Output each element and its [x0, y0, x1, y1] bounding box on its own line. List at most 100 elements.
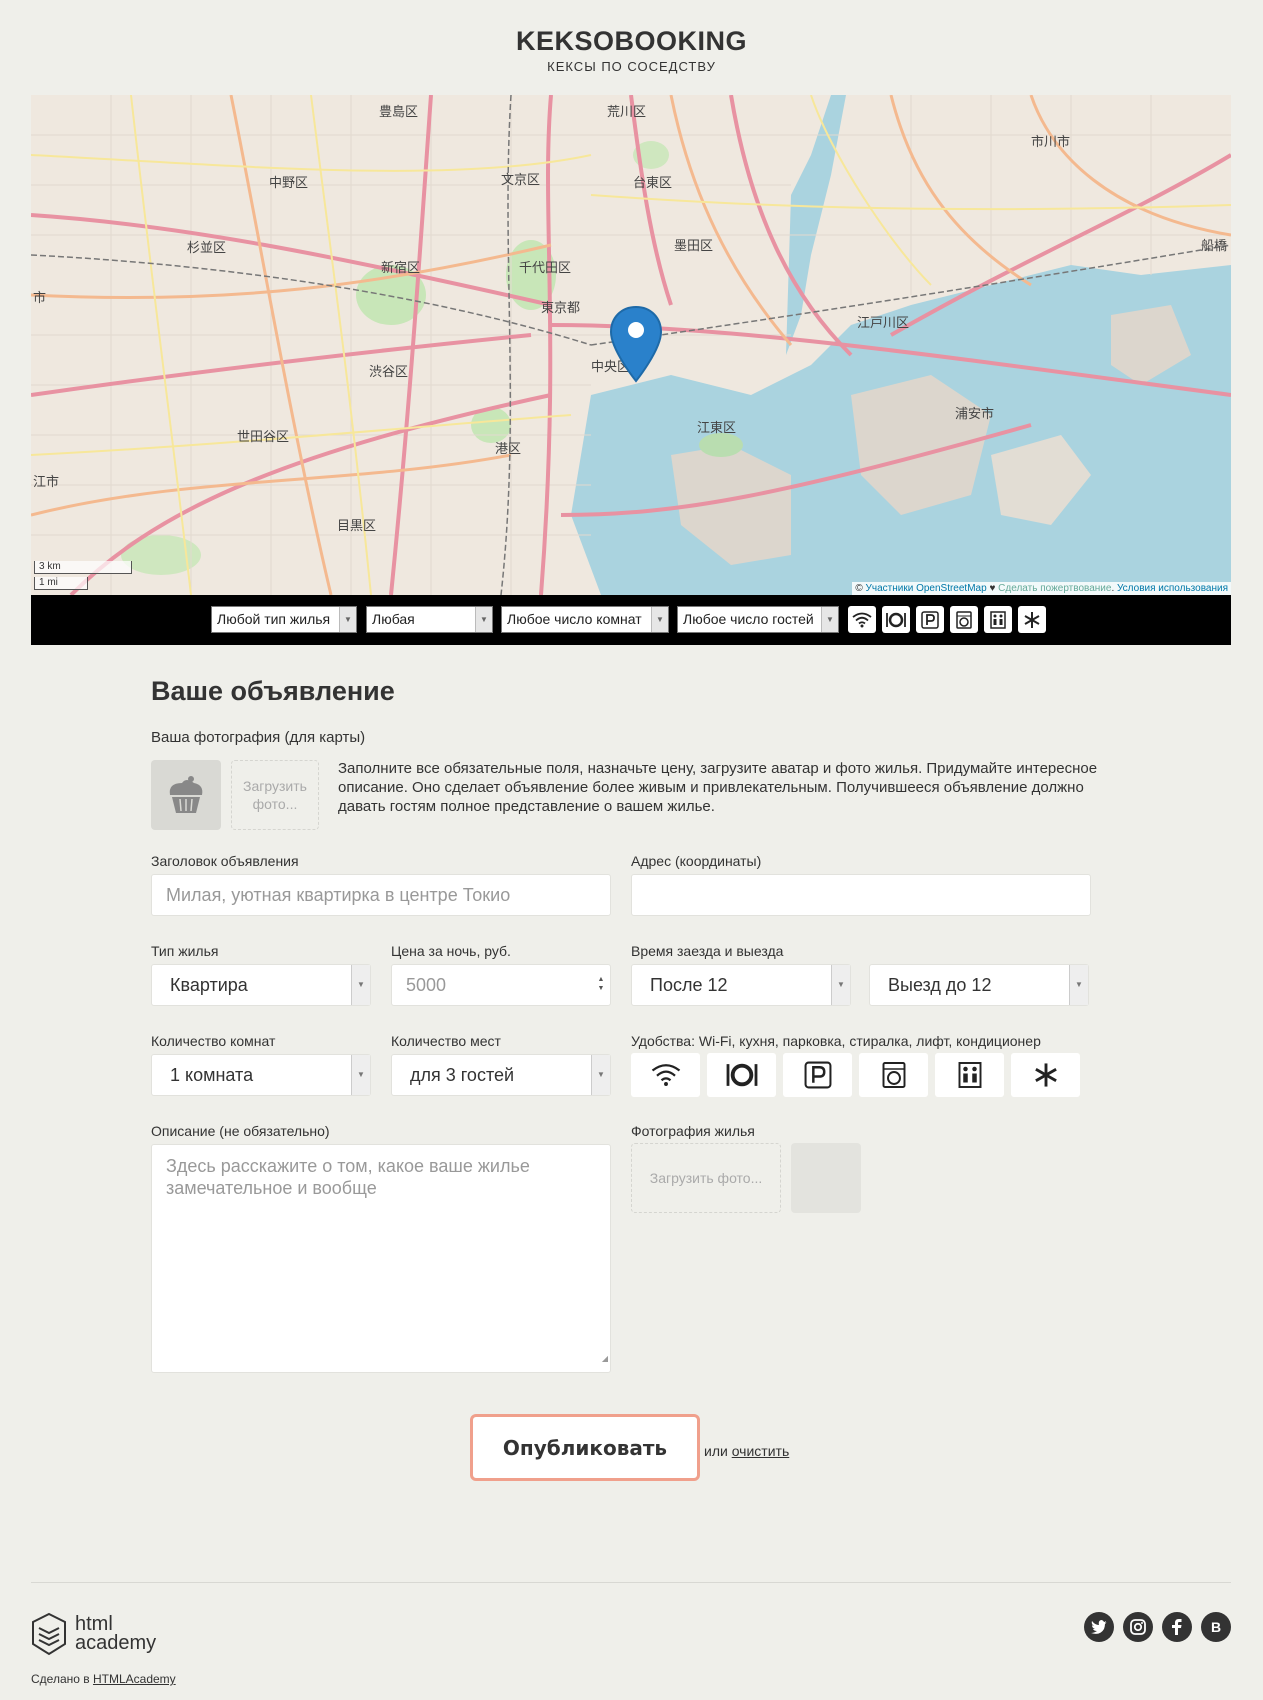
site-logo[interactable]: KEKSOBOOKING КЕКСЫ ПО СОСЕДСТВУ: [0, 26, 1263, 74]
chevron-down-icon: ▼: [821, 607, 838, 632]
reset-link[interactable]: очистить: [732, 1443, 790, 1459]
conditioner-icon: [1024, 611, 1040, 628]
map-label: 杉並区: [187, 241, 227, 256]
map-scale-km: 3 km: [34, 561, 132, 574]
map-label: 世田谷区: [237, 430, 290, 445]
capacity-select-value: для 3 гостей: [410, 1065, 515, 1085]
attribution-terms-link[interactable]: Условия использования: [1117, 583, 1228, 594]
map-label: 市川市: [1031, 135, 1071, 150]
feature-parking-checkbox[interactable]: [783, 1053, 852, 1097]
map-label: 荒川区: [607, 105, 647, 120]
htmlacademy-link[interactable]: HTMLAcademy: [93, 1672, 176, 1686]
chevron-down-icon: ▼: [651, 607, 668, 632]
feature-wifi-checkbox[interactable]: [631, 1053, 700, 1097]
housing-type-filter-value: Любой тип жилья: [217, 611, 331, 627]
capacity-select[interactable]: для 3 гостей ▼: [391, 1054, 611, 1096]
type-select-value: Квартира: [170, 975, 248, 995]
chevron-down-icon: ▼: [591, 1055, 610, 1095]
map-label: 江戸川区: [857, 316, 910, 331]
vk-link[interactable]: B: [1201, 1612, 1231, 1642]
chevron-down-icon: ▼: [351, 965, 370, 1005]
feature-dishwasher-checkbox[interactable]: [707, 1053, 776, 1097]
price-input[interactable]: 5000 ▲ ▼: [391, 964, 611, 1006]
avatar-upload-button[interactable]: Загрузить фото...: [231, 760, 319, 830]
rooms-select[interactable]: 1 комната ▼: [151, 1054, 371, 1096]
academy-book-icon: [32, 1612, 66, 1656]
map-label: 船橋: [1201, 239, 1228, 254]
attribution-osm-link[interactable]: Участники OpenStreetMap: [866, 583, 987, 594]
map-label: 千代田区: [519, 261, 572, 276]
parking-icon: [804, 1061, 831, 1089]
map-attribution: © Участники OpenStreetMap ♥ Сделать поже…: [852, 582, 1231, 595]
attribution-separator: .: [1111, 583, 1115, 594]
publish-button[interactable]: Опубликовать: [470, 1414, 700, 1481]
timeout-select-value: Выезд до 12: [888, 975, 992, 995]
htmlacademy-logo[interactable]: html academy: [31, 1612, 156, 1656]
elevator-icon: [990, 610, 1006, 629]
twitter-link[interactable]: [1084, 1612, 1114, 1642]
photos-upload-button[interactable]: Загрузить фото...: [631, 1143, 781, 1213]
map-label: 台東区: [633, 176, 673, 191]
map-label: 港区: [495, 442, 522, 457]
facebook-link[interactable]: [1162, 1612, 1192, 1642]
map-label: 江東区: [697, 421, 737, 436]
description-label: Описание (не обязательно): [151, 1123, 330, 1139]
type-select[interactable]: Квартира ▼: [151, 964, 371, 1006]
avatar-preview: [151, 760, 221, 830]
timein-select[interactable]: После 12 ▼: [631, 964, 851, 1006]
feature-elevator-checkbox[interactable]: [935, 1053, 1004, 1097]
logo-title: KEKSOBOOKING: [515, 26, 748, 56]
wifi-icon: [651, 1064, 680, 1086]
map-label: 文京区: [501, 173, 541, 188]
academy-line2: academy: [75, 1632, 157, 1654]
filter-conditioner-toggle[interactable]: [1018, 606, 1046, 633]
address-input[interactable]: [631, 874, 1091, 916]
address-label: Адрес (координаты): [631, 853, 762, 869]
rooms-filter[interactable]: Любое число комнат ▼: [501, 606, 669, 633]
attribution-heart: ♥: [989, 583, 996, 594]
map[interactable]: 豊島区 荒川区 中野区 文京区 台東区 市川市 杉並区 新宿区 千代田区 墨田区…: [31, 95, 1231, 595]
footer-divider: [31, 1582, 1231, 1583]
guests-filter[interactable]: Любое число гостей ▼: [677, 606, 839, 633]
filter-washer-toggle[interactable]: [950, 606, 978, 633]
feature-conditioner-checkbox[interactable]: [1011, 1053, 1080, 1097]
capacity-label: Количество мест: [391, 1033, 501, 1049]
map-label: 東京都: [541, 301, 581, 316]
attribution-donate-link[interactable]: Сделать пожертвование: [998, 583, 1111, 594]
instagram-link[interactable]: [1123, 1612, 1153, 1642]
instagram-icon: [1130, 1619, 1146, 1635]
photo-preview-slot: [791, 1143, 861, 1213]
vk-icon: B: [1210, 1619, 1222, 1635]
timein-select-value: После 12: [650, 975, 728, 995]
filter-wifi-toggle[interactable]: [848, 606, 876, 633]
feature-washer-checkbox[interactable]: [859, 1053, 928, 1097]
attribution-prefix: ©: [855, 583, 863, 594]
filter-dishwasher-toggle[interactable]: [882, 606, 910, 633]
description-textarea[interactable]: Здесь расскажите о том, какое ваше жилье…: [151, 1144, 611, 1373]
stepper-arrows-icon[interactable]: ▲ ▼: [594, 975, 608, 993]
map-scale-mi: 1 mi: [34, 577, 88, 590]
chevron-down-icon: ▼: [1069, 965, 1088, 1005]
map-label: 豊島区: [379, 105, 419, 120]
price-filter[interactable]: Любая ▼: [366, 606, 493, 633]
main-pin-icon[interactable]: [609, 305, 663, 385]
made-in-text: Сделано в HTMLAcademy: [31, 1672, 176, 1686]
facebook-icon: [1172, 1619, 1182, 1635]
rooms-label: Количество комнат: [151, 1033, 276, 1049]
or-text: или: [704, 1443, 728, 1459]
cupcake-icon: [169, 776, 203, 813]
logo-tagline: КЕКСЫ ПО СОСЕДСТВУ: [547, 59, 716, 74]
chevron-down-icon: ▼: [475, 607, 492, 632]
filter-parking-toggle[interactable]: [916, 606, 944, 633]
resize-handle-icon[interactable]: ◢: [602, 1348, 608, 1370]
map-filters: Любой тип жилья ▼ Любая ▼ Любое число ко…: [31, 595, 1231, 645]
form-intro-text: Заполните все обязательные поля, назначь…: [338, 760, 1098, 815]
type-label: Тип жилья: [151, 943, 219, 959]
filter-elevator-toggle[interactable]: [984, 606, 1012, 633]
title-input[interactable]: Милая, уютная квартирка в центре Токио: [151, 874, 611, 916]
housing-type-filter[interactable]: Любой тип жилья ▼: [211, 606, 357, 633]
chevron-down-icon: ▼: [351, 1055, 370, 1095]
timeout-select[interactable]: Выезд до 12 ▼: [869, 964, 1089, 1006]
map-label: 江市: [33, 475, 60, 490]
washer-icon: [882, 1062, 905, 1088]
